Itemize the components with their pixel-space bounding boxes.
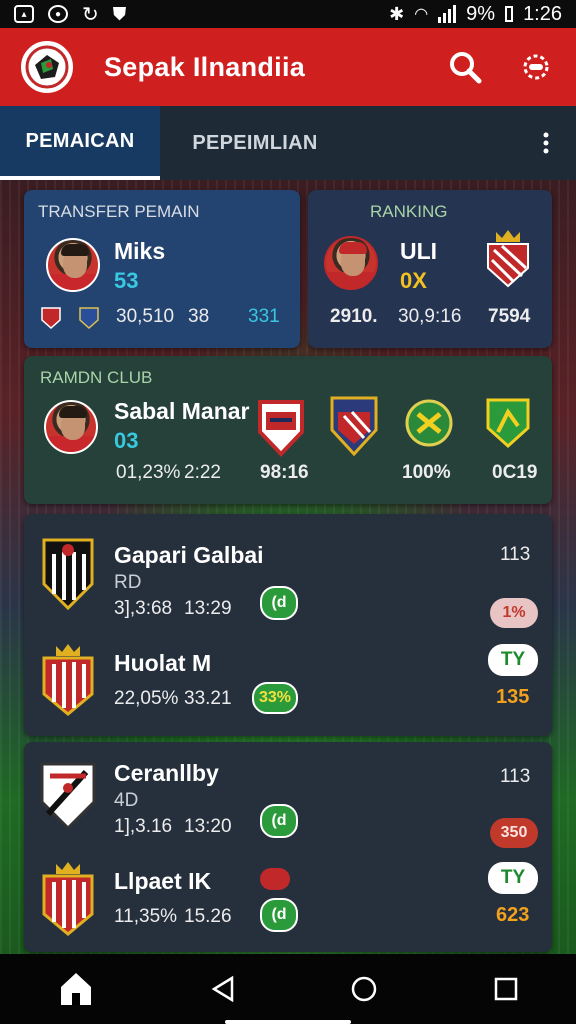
team-crest-icon bbox=[42, 644, 94, 716]
ranking-stat-2: 30,9:16 bbox=[398, 306, 462, 327]
team-stat-1: 11,35% bbox=[114, 906, 178, 927]
status-bar: ▴ ● ↻ ⛊ ✱ ◠ 9% 1:26 bbox=[0, 0, 576, 28]
match-right-value: 113 bbox=[500, 766, 531, 787]
signal-icon bbox=[438, 5, 457, 23]
battery-percent: 9% bbox=[466, 2, 496, 25]
tab-pemaican[interactable]: PEMAICAN bbox=[0, 106, 160, 180]
more-options-icon[interactable] bbox=[516, 106, 576, 180]
wifi-icon: ◠ bbox=[414, 6, 429, 23]
club-crest-icon bbox=[258, 400, 304, 457]
club-stat-4: 100% bbox=[402, 462, 451, 483]
team-stat-1: 22,05% bbox=[114, 688, 179, 709]
tab-bar: PEMAICAN PEPEIMLIAN bbox=[0, 106, 576, 180]
settings-icon[interactable] bbox=[520, 51, 552, 83]
team-crest-icon bbox=[42, 538, 94, 611]
system-nav-bar bbox=[0, 954, 576, 1024]
transfer-stat-3: 331 bbox=[248, 306, 280, 327]
club-crest-icon bbox=[25, 45, 69, 89]
percent-pill[interactable]: 33% bbox=[252, 682, 298, 714]
gesture-bar bbox=[225, 1020, 351, 1024]
bluetooth-icon: ✱ bbox=[389, 3, 405, 24]
transfer-stat-2: 38 bbox=[188, 306, 210, 327]
battery-icon bbox=[505, 6, 514, 22]
ranking-heading: RANKING bbox=[370, 202, 448, 221]
transfer-card[interactable]: TRANSFER PEMAIN Miks 53 30,510 38 331 bbox=[24, 190, 300, 348]
ranking-badge: 0X bbox=[400, 268, 427, 293]
recents-icon[interactable] bbox=[493, 976, 519, 1002]
team-crest-icon bbox=[40, 762, 96, 831]
team-name: Gapari Galbai bbox=[114, 542, 264, 568]
ranking-stat-1: 2910. bbox=[330, 306, 378, 327]
app-bar: Sepak Ilnandiia bbox=[0, 28, 576, 106]
gallery-icon: ▴ bbox=[14, 5, 34, 23]
match-right-value: 113 bbox=[500, 544, 531, 565]
club-badge-icon bbox=[41, 307, 61, 330]
ranking-stat-3: 7594 bbox=[488, 306, 531, 327]
shield-notification-icon: ⛊ bbox=[112, 3, 127, 24]
club-stat-2: 2:22 bbox=[184, 462, 221, 483]
home-icon[interactable] bbox=[350, 975, 378, 1003]
club-crest-icon bbox=[330, 396, 378, 457]
club-player-rating: 03 bbox=[114, 428, 139, 453]
match-card-1[interactable]: Gapari Galbai RD 3],3:68 13:29 (d 113 1%… bbox=[24, 514, 552, 736]
team-crest-icon bbox=[42, 862, 94, 936]
back-icon[interactable] bbox=[210, 975, 236, 1003]
match-right-value: 135 bbox=[496, 686, 530, 708]
team-name: Huolat M bbox=[114, 650, 212, 676]
status-pill[interactable]: (d bbox=[260, 804, 298, 838]
team-stat-1: 3],3:68 bbox=[114, 598, 173, 619]
team-stat-1: 1],3.16 bbox=[114, 816, 173, 837]
club-stat-5: 0C19 bbox=[492, 462, 538, 483]
team-stat-2: 13:20 bbox=[184, 816, 232, 837]
club-heading: RAMDN CLUB bbox=[40, 368, 153, 387]
team-stat-2: 33.21 bbox=[184, 688, 232, 709]
club-player-name: Sabal Manar bbox=[114, 398, 250, 424]
status-pill[interactable]: (d bbox=[260, 898, 298, 932]
app-notification-icon: ● bbox=[48, 5, 68, 23]
player-avatar bbox=[46, 238, 100, 292]
tab-pepeimlian[interactable]: PEPEIMLIAN bbox=[160, 106, 350, 180]
club-player-avatar bbox=[44, 400, 98, 454]
team-sub: RD bbox=[114, 572, 142, 593]
team-stat-2: 15.26 bbox=[184, 906, 232, 927]
team-name: Llpaet IK bbox=[114, 868, 212, 894]
team-name: Ceranllby bbox=[114, 760, 219, 786]
app-title: Sepak Ilnandiia bbox=[104, 51, 306, 82]
home-app-icon[interactable] bbox=[57, 969, 95, 1009]
ranking-name: ULI bbox=[400, 238, 438, 264]
type-pill[interactable]: TY bbox=[488, 862, 538, 894]
player-name: Miks bbox=[114, 238, 166, 264]
club-badge-icon bbox=[79, 307, 99, 330]
search-icon[interactable] bbox=[448, 50, 482, 84]
ranking-card[interactable]: RANKING ULI 0X 2910. 30,9:16 7594 bbox=[308, 190, 552, 348]
ranking-crest-icon bbox=[487, 230, 529, 288]
club-stat-3: 98:16 bbox=[260, 462, 309, 483]
team-sub: 4D bbox=[114, 790, 139, 811]
match-card-2[interactable]: Ceranllby 4D 1],3.16 13:20 (d 113 350 Ll… bbox=[24, 742, 552, 952]
type-pill[interactable]: TY bbox=[488, 644, 538, 676]
team-stat-2: 13:29 bbox=[184, 598, 232, 619]
transfer-heading: TRANSFER PEMAIN bbox=[38, 202, 200, 221]
sync-icon: ↻ bbox=[82, 3, 99, 26]
match-right-value: 623 bbox=[496, 904, 530, 926]
player-rating: 53 bbox=[114, 268, 139, 293]
club-card[interactable]: RAMDN CLUB Sabal Manar 03 01,23% 2:22 98… bbox=[24, 356, 552, 504]
ranking-avatar bbox=[324, 236, 378, 290]
score-pill: 350 bbox=[490, 818, 538, 848]
club-crest-icon bbox=[486, 398, 530, 449]
clock: 1:26 bbox=[523, 2, 562, 25]
live-indicator bbox=[260, 868, 290, 890]
transfer-stat-1: 30,510 bbox=[116, 306, 175, 327]
status-pill[interactable]: (d bbox=[260, 586, 298, 620]
club-stat-1: 01,23% bbox=[116, 462, 181, 483]
app-logo[interactable] bbox=[18, 38, 76, 96]
percent-pill: 1% bbox=[490, 598, 538, 628]
club-crest-icon bbox=[405, 399, 453, 447]
